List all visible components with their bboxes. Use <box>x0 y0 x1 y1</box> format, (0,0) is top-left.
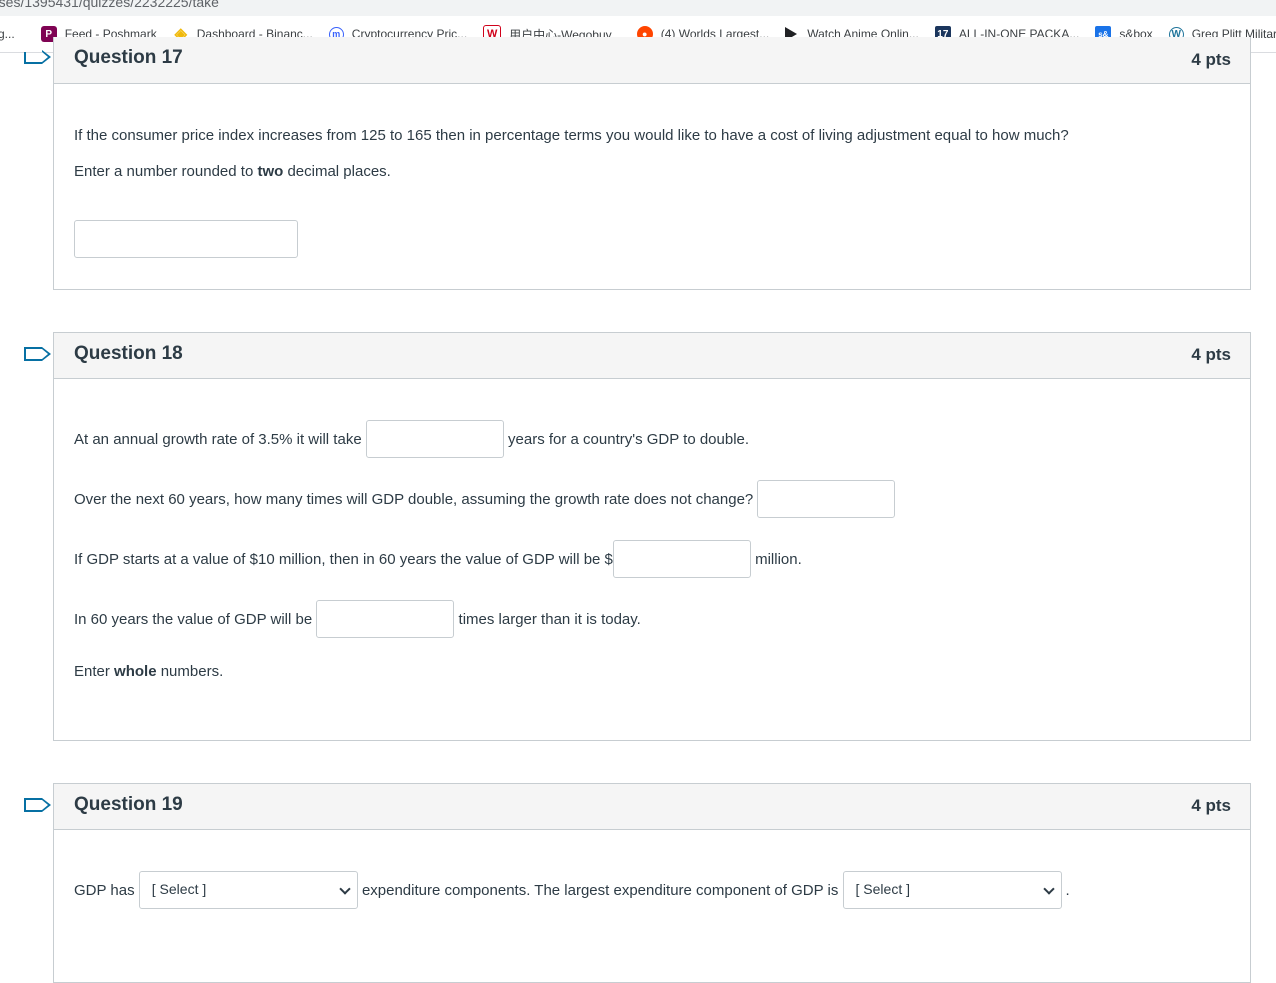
instruction-text: Enter a number rounded to <box>74 163 258 180</box>
address-bar[interactable]: rses/1395431/quizzes/2232225/take <box>0 0 1276 16</box>
question-19: Question 19 4 pts GDP has [ Select ] exp… <box>53 783 1251 983</box>
gdp-value-input[interactable] <box>612 540 751 578</box>
question-line: Over the next 60 years, how many times w… <box>74 480 896 518</box>
select-value: [ Select ] <box>151 881 207 897</box>
question-header: Question 17 4 pts <box>54 37 1250 84</box>
select-value: [ Select ] <box>855 881 910 897</box>
flag-question-icon[interactable] <box>24 50 51 64</box>
times-larger-input[interactable] <box>316 600 455 638</box>
question-text: . <box>1065 881 1070 899</box>
question-line: In 60 years the value of GDP will be tim… <box>74 600 641 638</box>
question-text: In 60 years the value of GDP will be <box>74 610 313 628</box>
question-title: Question 19 <box>74 794 183 815</box>
question-17: Question 17 4 pts If the consumer price … <box>53 37 1251 290</box>
answer-input[interactable] <box>74 220 298 258</box>
question-text: million. <box>755 550 802 568</box>
question-instruction: Enter a number rounded to two decimal pl… <box>74 163 391 180</box>
question-text: years for a country's GDP to double. <box>508 430 750 448</box>
question-text: If the consumer price index increases fr… <box>74 127 1069 144</box>
url-text: rses/1395431/quizzes/2232225/take <box>0 0 219 10</box>
instruction-text: numbers. <box>156 663 224 680</box>
components-count-select[interactable]: [ Select ] <box>138 871 358 909</box>
question-text: GDP has <box>74 881 135 899</box>
question-instruction: Enter whole numbers. <box>74 663 223 680</box>
question-text: At an annual growth rate of 3.5% it will… <box>74 430 362 448</box>
instruction-emphasis: two <box>257 163 284 180</box>
instruction-emphasis: whole <box>114 663 157 680</box>
flag-question-icon[interactable] <box>24 347 51 361</box>
chevron-down-icon <box>339 883 351 895</box>
question-line: If GDP starts at a value of $10 million,… <box>74 540 802 578</box>
question-text: times larger than it is today. <box>458 610 641 628</box>
instruction-text: Enter <box>74 663 115 680</box>
instruction-text: decimal places. <box>283 163 391 180</box>
question-line: At an annual growth rate of 3.5% it will… <box>74 420 749 458</box>
flag-question-icon[interactable] <box>24 798 51 812</box>
largest-component-select[interactable]: [ Select ] <box>842 871 1062 909</box>
question-text: Over the next 60 years, how many times w… <box>74 490 754 508</box>
question-header: Question 18 4 pts <box>54 333 1250 379</box>
chevron-down-icon <box>1042 883 1055 895</box>
doubling-count-input[interactable] <box>757 480 896 518</box>
question-points: 4 pts <box>1191 50 1231 69</box>
question-text: If GDP starts at a value of $10 million,… <box>74 550 613 568</box>
question-points: 4 pts <box>1191 796 1231 815</box>
question-text: expenditure components. The largest expe… <box>361 881 839 899</box>
doubling-years-input[interactable] <box>365 420 504 458</box>
question-18: Question 18 4 pts At an annual growth ra… <box>53 332 1251 741</box>
question-header: Question 19 4 pts <box>54 784 1250 830</box>
bookmark-label: g... <box>0 27 15 41</box>
question-line: GDP has [ Select ] expenditure component… <box>74 871 1070 909</box>
question-points: 4 pts <box>1191 345 1231 364</box>
bookmark-partial[interactable]: g... <box>0 27 15 41</box>
question-prompt: If the consumer price index increases fr… <box>74 127 1069 144</box>
question-title: Question 17 <box>74 47 183 68</box>
question-title: Question 18 <box>74 343 183 364</box>
